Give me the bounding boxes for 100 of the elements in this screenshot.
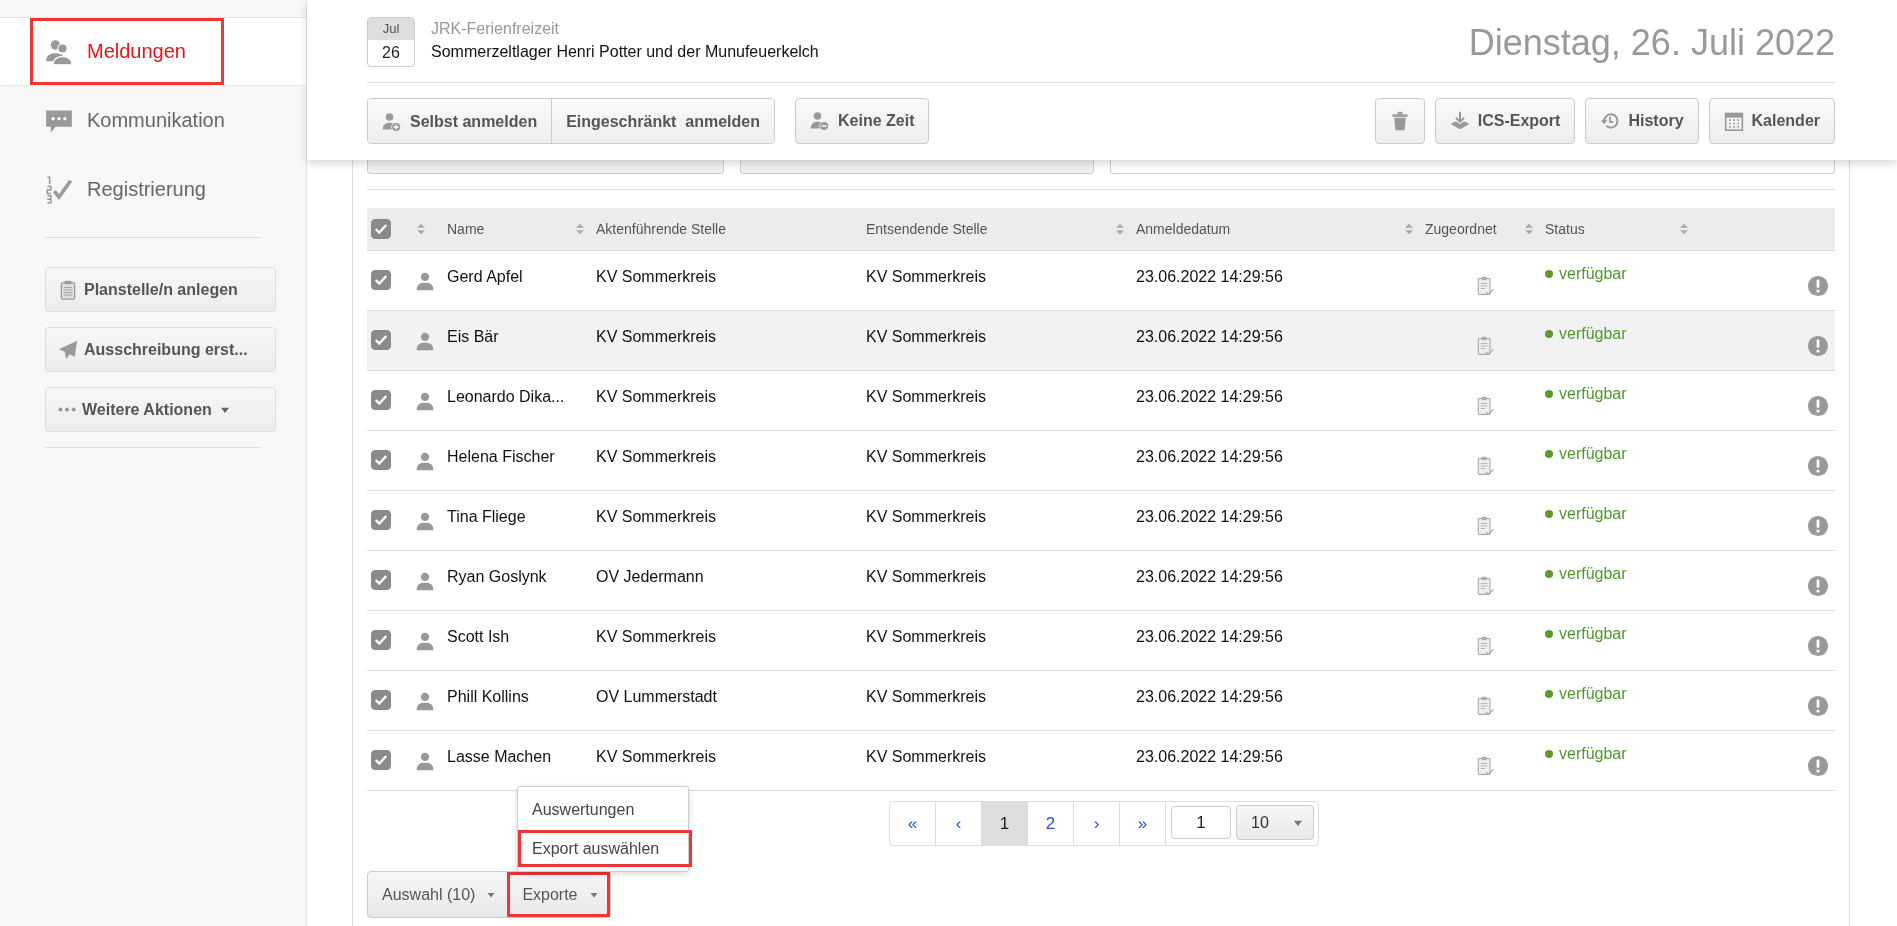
dots-icon	[58, 407, 76, 412]
page-link[interactable]: »	[1120, 802, 1166, 845]
organization-name: KV Sommerkreis	[596, 388, 718, 406]
status-label: verfügbar	[1559, 445, 1627, 463]
action-button[interactable]: Ausschreibung erst...	[45, 327, 276, 372]
status-label: verfügbar	[1559, 325, 1627, 343]
organization-name: KV Sommerkreis	[866, 328, 988, 346]
organization-name: KV Sommerkreis	[866, 748, 988, 766]
person-icon	[415, 750, 435, 771]
person-icon	[415, 630, 435, 651]
column-header[interactable]: Aktenführende Stelle	[596, 221, 726, 237]
menu-item[interactable]: Export auswählen	[518, 830, 692, 867]
page-input[interactable]: 1	[1171, 806, 1231, 839]
toolbar-button[interactable]: ICS-Export	[1434, 98, 1576, 144]
filter-field[interactable]	[740, 160, 1094, 174]
status-dot	[1545, 570, 1553, 578]
toolbar-button[interactable]: Kalender	[1708, 98, 1835, 144]
month-label: Jul	[368, 18, 414, 40]
registration-date: 23.06.2022 14:29:56	[1136, 268, 1284, 286]
person-name: Eis Bär	[447, 328, 500, 346]
person-name: Ryan Goslynk	[447, 568, 548, 586]
status-dot	[1545, 450, 1553, 458]
registration-date: 23.06.2022 14:29:56	[1136, 388, 1284, 406]
nav-item[interactable]: Registrierung	[0, 155, 306, 224]
row-checkbox[interactable]	[371, 630, 391, 650]
organization-name: KV Sommerkreis	[596, 508, 718, 526]
clipboard-check-icon	[1475, 455, 1495, 476]
nav-item[interactable]: Kommunikation	[0, 86, 306, 155]
organization-name: KV Sommerkreis	[866, 628, 988, 646]
row-checkbox[interactable]	[371, 750, 391, 770]
day-label: 26	[381, 43, 401, 63]
action-button[interactable]: Planstelle/n anlegen	[45, 267, 276, 312]
status-label: verfügbar	[1559, 685, 1627, 703]
clipboard-check-icon	[1475, 275, 1495, 296]
checkmark-icon	[374, 573, 388, 587]
row-checkbox[interactable]	[371, 690, 391, 710]
column-header[interactable]: Anmeldedatum	[1136, 221, 1231, 237]
event-date: Dienstag, 26. Juli 2022	[1468, 22, 1835, 64]
row-checkbox[interactable]	[371, 510, 391, 530]
exclamation-icon	[1807, 634, 1829, 657]
dropdown-button[interactable]: Auswahl (10)	[368, 872, 508, 917]
registration-date: 23.06.2022 14:29:56	[1136, 328, 1284, 346]
filter-field[interactable]	[367, 160, 724, 174]
dropdown-button[interactable]: Exporte	[507, 872, 610, 917]
row-checkbox[interactable]	[371, 450, 391, 470]
row-checkbox[interactable]	[371, 570, 391, 590]
toolbar-button[interactable]: Keine Zeit	[795, 98, 930, 144]
page-link[interactable]: ›	[1074, 802, 1120, 845]
filter-field[interactable]	[1110, 160, 1835, 174]
person-name: Lasse Machen	[447, 748, 553, 766]
page-link[interactable]: 1	[982, 802, 1028, 845]
exclamation-icon	[1807, 574, 1829, 597]
person-icon	[415, 270, 435, 291]
action-button[interactable]: Weitere Aktionen	[45, 387, 276, 432]
nav-item[interactable]: Meldungen	[0, 17, 306, 86]
download-icon	[1449, 111, 1470, 131]
row-checkbox[interactable]	[371, 390, 391, 410]
row-checkbox[interactable]	[371, 330, 391, 350]
clipboard-icon	[58, 279, 78, 300]
page-link[interactable]: «	[890, 802, 936, 845]
clipboard-check-icon	[1475, 395, 1495, 416]
organization-name: KV Sommerkreis	[866, 388, 988, 406]
status-label: verfügbar	[1559, 625, 1627, 643]
menu-item[interactable]: Auswertungen	[518, 791, 688, 828]
registration-date: 23.06.2022 14:29:56	[1136, 448, 1284, 466]
exclamation-icon	[1807, 394, 1829, 417]
exclamation-icon	[1807, 754, 1829, 777]
person-name: Leonardo Dika...	[447, 388, 566, 406]
toolbar-button[interactable]: Eingeschränkt anmelden	[551, 99, 774, 143]
status-dot	[1545, 510, 1553, 518]
checkmark-icon	[374, 393, 388, 407]
delete-button[interactable]	[1374, 98, 1425, 144]
person-name: Phill Kollins	[447, 688, 530, 706]
status-label: verfügbar	[1559, 565, 1627, 583]
exclamation-icon	[1807, 334, 1829, 357]
person-name: Helena Fischer	[447, 448, 556, 466]
column-header[interactable]: Zugeordnet	[1425, 221, 1497, 237]
page-size-select[interactable]: 10	[1236, 805, 1314, 840]
person-icon	[415, 330, 435, 351]
status-label: verfügbar	[1559, 265, 1627, 283]
event-title: Sommerzeltlager Henri Potter und der Munufeuerkelch	[431, 43, 820, 61]
organization-name: KV Sommerkreis	[596, 268, 718, 286]
registration-date: 23.06.2022 14:29:56	[1136, 568, 1284, 586]
toolbar-button[interactable]: Selbst anmelden	[368, 99, 552, 143]
column-header[interactable]: Entsendende Stelle	[866, 221, 988, 237]
clipboard-check-icon	[1475, 575, 1495, 596]
toolbar-button[interactable]: History	[1585, 98, 1699, 144]
status-dot	[1545, 630, 1553, 638]
row-checkbox[interactable]	[371, 270, 391, 290]
organization-name: KV Sommerkreis	[866, 448, 988, 466]
select-all-checkbox[interactable]	[371, 219, 391, 239]
organization-name: KV Sommerkreis	[596, 628, 718, 646]
page-link[interactable]: 2	[1028, 802, 1074, 845]
person-icon	[415, 510, 435, 531]
column-header[interactable]: Status	[1545, 221, 1585, 237]
calendar-icon	[1723, 111, 1744, 131]
organization-name: OV Jedermann	[596, 568, 705, 586]
organization-name: KV Sommerkreis	[596, 328, 718, 346]
clipboard-check-icon	[1475, 335, 1495, 356]
column-header[interactable]: Name	[447, 221, 485, 237]
